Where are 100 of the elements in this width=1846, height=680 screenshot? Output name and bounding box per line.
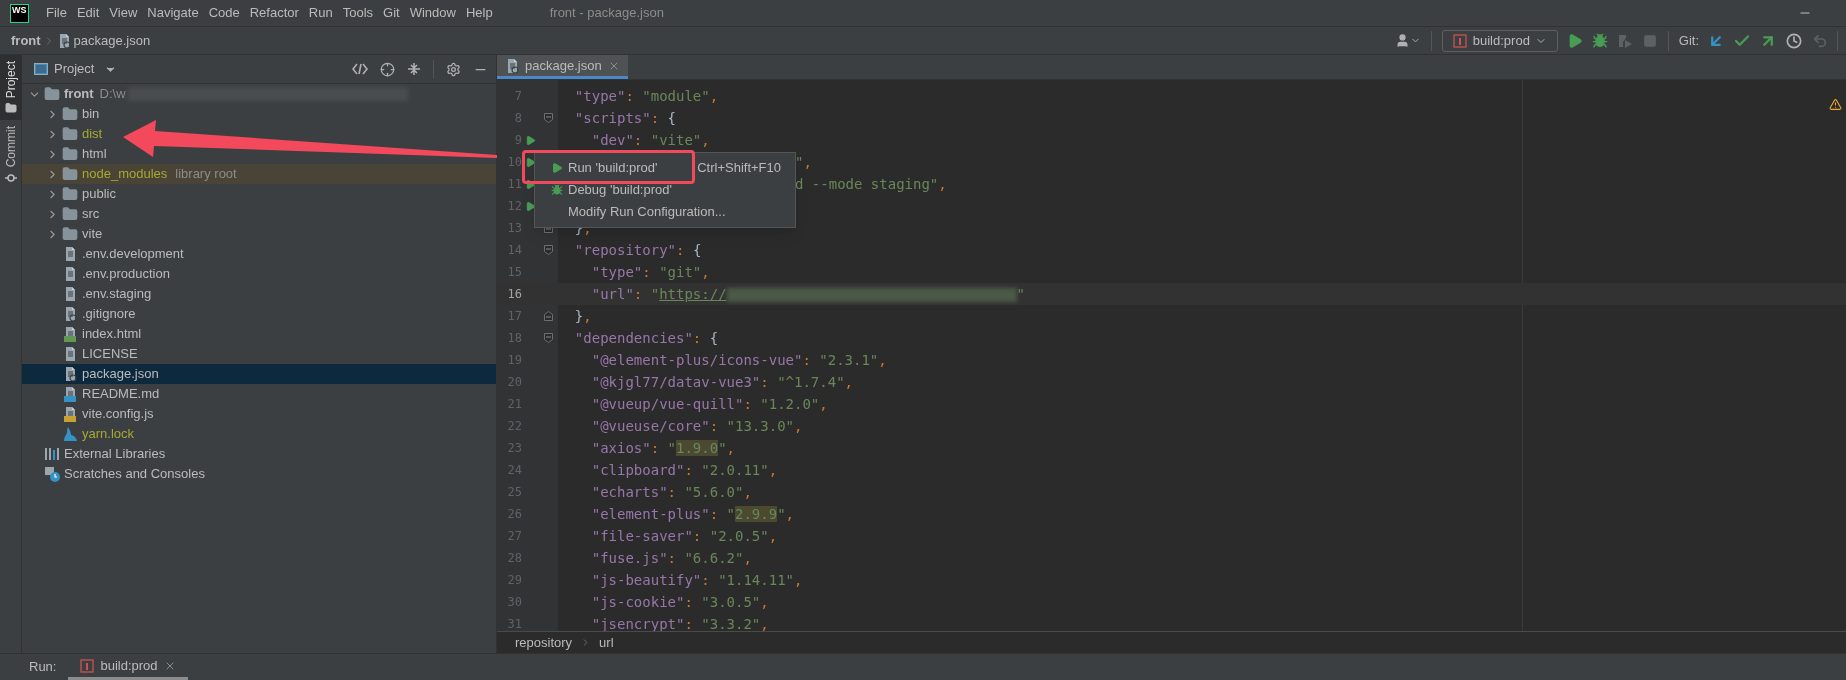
- editor-tab[interactable]: package.json: [497, 55, 628, 79]
- run-gutter-icon[interactable]: [524, 156, 536, 168]
- run-icon: [551, 162, 563, 174]
- code-line: "element-plus": "2.9.9",: [590, 504, 795, 524]
- run-config-icon: [1452, 33, 1467, 48]
- debug-icon[interactable]: [1591, 32, 1608, 49]
- collapse-icon[interactable]: [407, 62, 421, 76]
- code-line: "dev": "vite",: [590, 130, 710, 150]
- run-tab[interactable]: build:prod: [68, 654, 188, 680]
- folder-icon: [62, 166, 78, 182]
- folder-icon: [62, 226, 78, 242]
- tree-item[interactable]: front D:\w: [22, 84, 496, 104]
- warning-icon[interactable]: [1829, 98, 1842, 111]
- breadcrumb-item[interactable]: package.json: [73, 30, 151, 51]
- code-line: "type": "git",: [590, 262, 710, 282]
- code-line: ",: [795, 152, 812, 172]
- clock-icon[interactable]: [1786, 32, 1802, 49]
- line-number: 16: [506, 286, 522, 303]
- tree-item[interactable]: External Libraries: [22, 444, 496, 464]
- breadcrumb-item[interactable]: front: [11, 30, 41, 51]
- debug-icon: [551, 184, 563, 196]
- tree-item[interactable]: .env.development: [22, 244, 496, 264]
- code-line: "@kjgl77/datav-vue3": "^1.7.4",: [590, 372, 854, 392]
- menu-item[interactable]: View: [104, 3, 143, 23]
- text-file-icon: [63, 266, 77, 282]
- run-gutter-icon[interactable]: [524, 200, 536, 212]
- fold-icon[interactable]: [543, 311, 553, 321]
- text-file-icon: [63, 286, 77, 302]
- json-file-icon: [505, 57, 519, 74]
- code-line: "dependencies": {: [573, 328, 719, 348]
- json-file-icon: [63, 366, 77, 382]
- fold-icon[interactable]: [543, 113, 553, 123]
- menu-item[interactable]: Refactor: [244, 3, 304, 23]
- code-line: "type": "module",: [573, 86, 719, 106]
- fold-icon[interactable]: [543, 333, 553, 343]
- tree-item[interactable]: src: [22, 204, 496, 224]
- run-config-dropdown[interactable]: build:prod: [1441, 29, 1558, 52]
- tree-item[interactable]: .env.staging: [22, 284, 496, 304]
- menu-item[interactable]: Modify Run Configuration...: [551, 202, 726, 222]
- code-line: d --mode staging",: [795, 174, 947, 194]
- menu-item[interactable]: Navigate: [142, 3, 204, 23]
- settings-icon[interactable]: [446, 61, 461, 77]
- code-line: "jsencrypt": "3.3.2",: [590, 614, 769, 631]
- code-line: },: [573, 306, 592, 326]
- folder-icon: [62, 186, 78, 202]
- tree-item[interactable]: dist: [22, 124, 496, 144]
- code-line: "scripts": {: [573, 108, 676, 128]
- tool-window-tab[interactable]: Commit: [0, 120, 22, 190]
- tree-item[interactable]: html: [22, 144, 496, 164]
- tree-item[interactable]: node_modules library root: [22, 164, 496, 184]
- menu-item[interactable]: Run: [303, 3, 338, 23]
- tree-item[interactable]: public: [22, 184, 496, 204]
- breadcrumb-item[interactable]: url: [599, 632, 614, 653]
- code-brackets-icon[interactable]: [352, 62, 368, 76]
- code-line: "@vueup/vue-quill": "1.2.0",: [590, 394, 828, 414]
- yarn-icon: [62, 426, 78, 442]
- tree-item[interactable]: vite: [22, 224, 496, 244]
- shortcut-text: Ctrl+Shift+F10: [697, 159, 781, 178]
- text-file-icon: [63, 346, 77, 362]
- menu-item[interactable]: Run 'build:prod': [551, 158, 658, 178]
- js-file-icon: [63, 406, 77, 422]
- folder-icon: [44, 86, 60, 102]
- code-line: "echarts": "5.6.0",: [590, 482, 752, 502]
- tree-item[interactable]: package.json: [22, 364, 496, 384]
- menu-item[interactable]: File: [41, 3, 72, 23]
- fold-icon[interactable]: [543, 245, 553, 255]
- crosshair-icon[interactable]: [380, 61, 395, 77]
- breadcrumb-item[interactable]: repository: [515, 632, 573, 653]
- menu-item[interactable]: Window: [404, 3, 461, 23]
- code-line: "js-cookie": "3.0.5",: [590, 592, 769, 612]
- tree-item[interactable]: README.md: [22, 384, 496, 404]
- git-label: Git:: [1678, 31, 1699, 50]
- run-gutter-icon[interactable]: [524, 134, 536, 146]
- tree-item[interactable]: .env.production: [22, 264, 496, 284]
- tree-item[interactable]: vite.config.js: [22, 404, 496, 424]
- libraries-icon: [44, 447, 60, 461]
- run-config-icon: [80, 658, 95, 673]
- tree-item[interactable]: .gitignore: [22, 304, 496, 324]
- menu-item[interactable]: Git: [378, 3, 405, 23]
- code-line: "file-saver": "2.0.5",: [590, 526, 778, 546]
- menu-item[interactable]: Help: [460, 3, 498, 23]
- tree-item[interactable]: Scratches and Consoles: [22, 464, 496, 484]
- tree-item[interactable]: index.html: [22, 324, 496, 344]
- code-line: "clipboard": "2.0.11",: [590, 460, 778, 480]
- user-menu-icon[interactable]: [1394, 33, 1421, 48]
- tree-item[interactable]: bin: [22, 104, 496, 124]
- menu-item[interactable]: Tools: [337, 3, 379, 23]
- menu-item[interactable]: Edit: [71, 3, 105, 23]
- menu-item[interactable]: Code: [203, 3, 245, 23]
- folder-icon: [62, 146, 78, 162]
- menu-item[interactable]: Debug 'build:prod': [551, 180, 672, 200]
- panel-title[interactable]: Project: [54, 59, 95, 79]
- app-logo: WS: [10, 3, 29, 23]
- tree-item[interactable]: yarn.lock: [22, 424, 496, 444]
- code-line: "axios": "1.9.0",: [590, 438, 736, 458]
- code-line: "repository": {: [573, 240, 702, 260]
- tree-item[interactable]: LICENSE: [22, 344, 496, 364]
- folder-icon: [5, 102, 17, 115]
- text-file-icon: [63, 246, 77, 262]
- tool-window-tab[interactable]: Project: [0, 55, 22, 121]
